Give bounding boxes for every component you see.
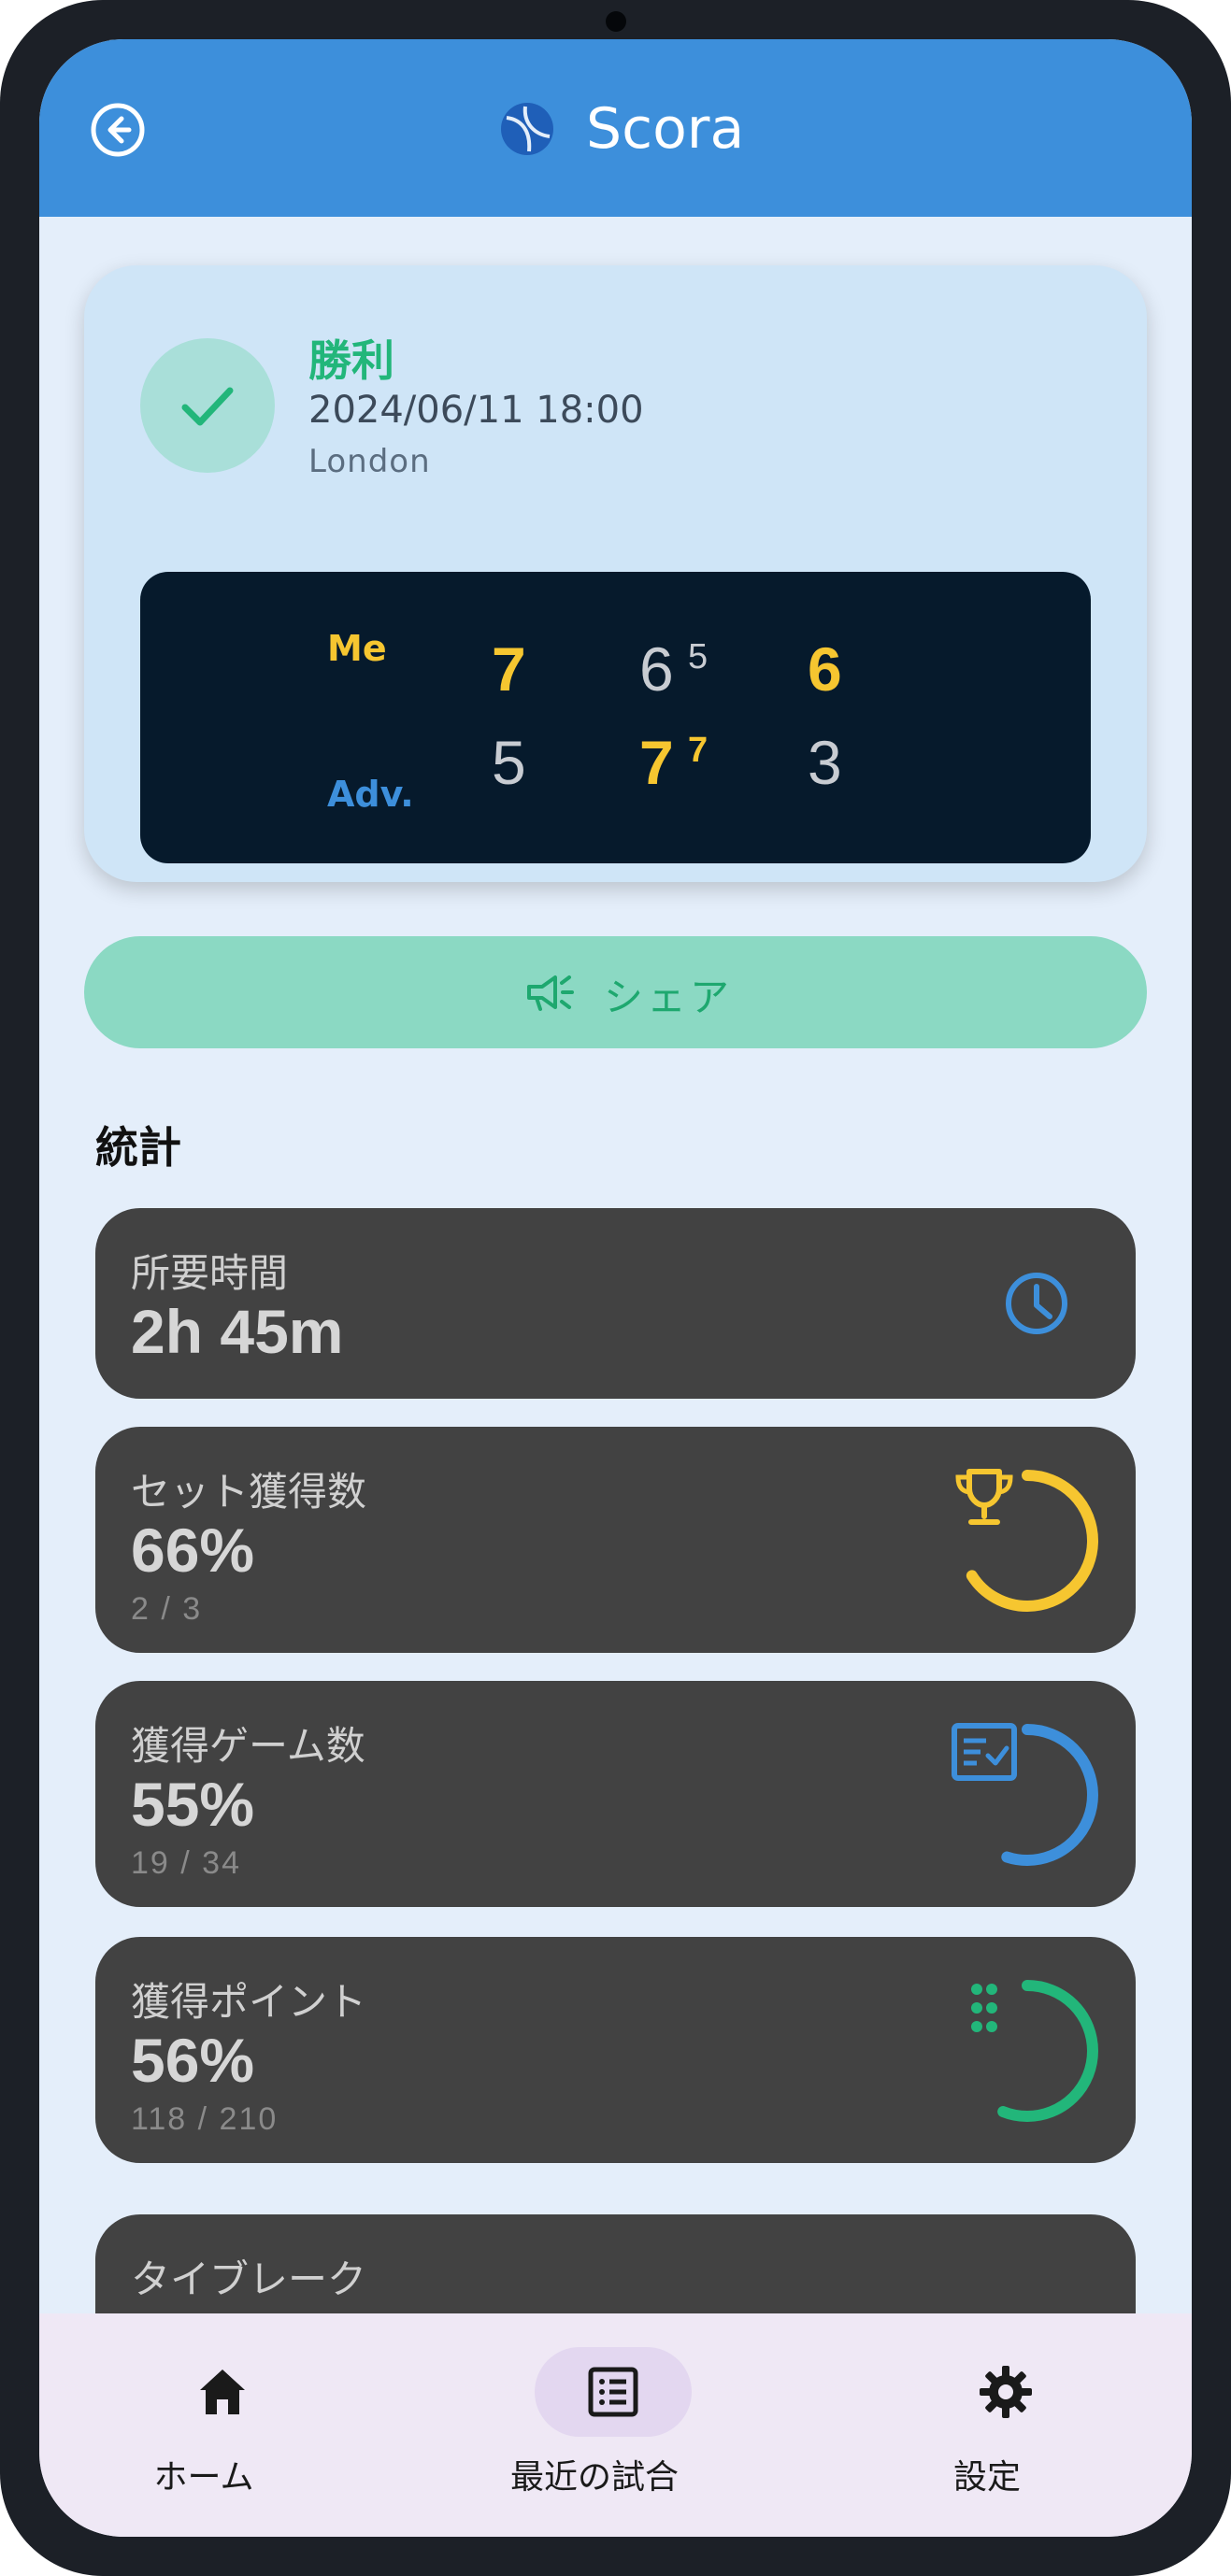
- dots-grid-icon: [971, 1984, 997, 2032]
- set1-me-score: 7: [492, 634, 526, 704]
- front-camera: [606, 11, 626, 32]
- set1-adv-score: 5: [492, 728, 526, 797]
- set2-adv-score: 7: [639, 728, 674, 797]
- back-arrow-icon: [91, 103, 145, 157]
- back-button[interactable]: [88, 100, 148, 160]
- clock-icon: [1006, 1273, 1067, 1334]
- set3-adv-score: 3: [808, 728, 842, 797]
- scorecard-icon: [952, 1723, 1017, 1781]
- result-label: 勝利: [308, 335, 394, 386]
- bottom-navigation: ホーム 最近の試合 設定: [39, 2313, 1192, 2537]
- app-screen: Scora 勝利 2024/06/11 18:00 London Me Adv.…: [39, 39, 1192, 2537]
- stat-card-sets-won: セット獲得数 66% 2 / 3: [95, 1427, 1136, 1653]
- stat-label: 所要時間: [131, 1250, 289, 1296]
- list-icon: [588, 2367, 638, 2417]
- stat-label: 獲得ゲーム数: [131, 1723, 365, 1769]
- stat-detail: 2 / 3: [131, 1591, 203, 1627]
- stat-value: 56%: [131, 2026, 255, 2095]
- stats-heading: 統計: [95, 1122, 181, 1173]
- result-badge: [140, 338, 275, 473]
- match-datetime: 2024/06/11 18:00: [308, 389, 644, 432]
- home-icon: [200, 2370, 245, 2414]
- points-progress-ring: [949, 1972, 1106, 2129]
- set2-adv-tiebreak: 7: [688, 731, 709, 770]
- scoreboard: Me Adv. 7 5 6 5 7 7 6 3: [140, 572, 1091, 863]
- tennis-ball-logo-icon: [497, 99, 557, 159]
- trophy-icon: [955, 1469, 1013, 1525]
- nav-label-recent-matches: 最近の試合: [509, 2458, 679, 2497]
- stat-label: 獲得ポイント: [131, 1979, 367, 2025]
- stat-value: 55%: [131, 1770, 255, 1839]
- set3-me-score: 6: [808, 634, 842, 704]
- match-location: London: [308, 443, 431, 480]
- nav-item-home[interactable]: ホーム: [64, 2341, 344, 2510]
- match-summary-card: 勝利 2024/06/11 18:00 London Me Adv. 7 5 6…: [84, 265, 1147, 882]
- stat-value: 66%: [131, 1516, 255, 1585]
- phone-frame: Scora 勝利 2024/06/11 18:00 London Me Adv.…: [0, 0, 1231, 2576]
- stat-card-duration: 所要時間 2h 45m: [95, 1208, 1136, 1399]
- stat-detail: 118 / 210: [131, 2101, 279, 2137]
- nav-item-settings[interactable]: 設定: [847, 2341, 1127, 2510]
- set2-me-tiebreak: 5: [688, 637, 709, 676]
- stat-label: セット獲得数: [131, 1469, 367, 1515]
- player-me-label: Me: [327, 628, 387, 669]
- player-adv-label: Adv.: [327, 774, 414, 815]
- set2-me-score: 6: [639, 634, 674, 704]
- app-bar: Scora: [39, 39, 1192, 217]
- app-title: Scora: [586, 96, 745, 162]
- stat-detail: 19 / 34: [131, 1845, 241, 1881]
- check-icon: [181, 387, 234, 426]
- stat-label: タイブレーク: [131, 2256, 367, 2302]
- gear-icon: [980, 2366, 1032, 2418]
- stat-card-points-won: 獲得ポイント 56% 118 / 210: [95, 1937, 1136, 2163]
- nav-label-home: ホーム: [153, 2458, 254, 2497]
- share-button[interactable]: シェア: [84, 936, 1147, 1048]
- sets-progress-ring: [949, 1462, 1106, 1619]
- stat-value: 2h 45m: [131, 1297, 344, 1366]
- nav-label-settings: 設定: [952, 2458, 1021, 2497]
- nav-item-recent-matches[interactable]: 最近の試合: [454, 2341, 735, 2510]
- megaphone-icon: [527, 975, 574, 1011]
- share-label: シェア: [604, 975, 734, 1020]
- games-progress-ring: [949, 1716, 1106, 1873]
- stat-card-games-won: 獲得ゲーム数 55% 19 / 34: [95, 1681, 1136, 1907]
